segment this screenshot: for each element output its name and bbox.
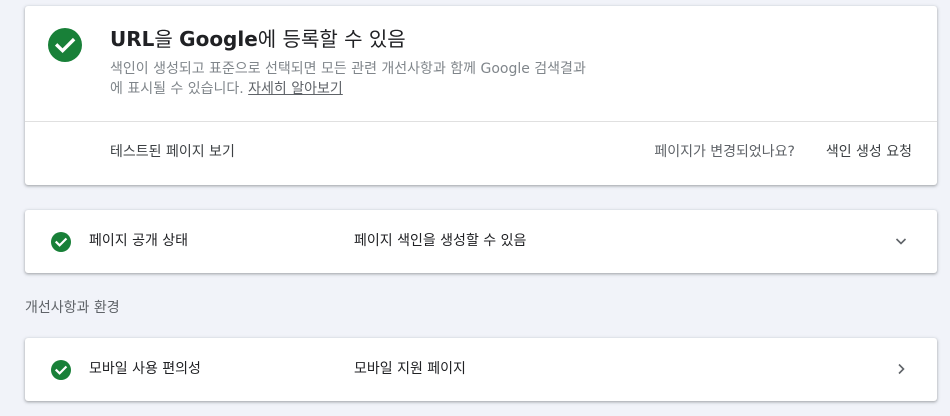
availability-value: 페이지 색인을 생성할 수 있음 [354,233,527,249]
availability-label: 페이지 공개 상태 [89,233,189,249]
chevron-down-icon[interactable] [893,233,909,249]
mobile-usability-value: 모바일 지원 페이지 [354,361,466,377]
mobile-usability-row[interactable]: 모바일 사용 편의성 모바일 지원 페이지 [25,338,937,401]
title-url: URL [110,27,155,51]
learn-more-link[interactable]: 자세히 알아보기 [248,81,343,97]
view-tested-page-button[interactable]: 테스트된 페이지 보기 [110,142,235,162]
status-description: 색인이 생성되고 표준으로 선택되면 모든 관련 개선사항과 함께 Google… [110,59,710,99]
title-rest: 에 등록할 수 있음 [257,27,406,51]
page-changed-question: 페이지가 변경되었나요? [654,144,795,160]
chevron-right-icon[interactable] [893,361,909,377]
request-indexing-button[interactable]: 색인 생성 요청 [826,142,912,162]
check-circle-icon [48,28,82,62]
url-status-card: URL을 Google에 등록할 수 있음 색인이 생성되고 표준으로 선택되면… [25,6,937,185]
description-line-2: 에 표시될 수 있습니다. [110,81,249,97]
check-circle-icon [51,232,71,252]
description-line-1: 색인이 생성되고 표준으로 선택되면 모든 관련 개선사항과 함께 Google… [110,61,586,77]
url-status-summary: URL을 Google에 등록할 수 있음 색인이 생성되고 표준으로 선택되면… [25,6,937,121]
page-title: URL을 Google에 등록할 수 있음 [110,26,406,52]
page-availability-row[interactable]: 페이지 공개 상태 페이지 색인을 생성할 수 있음 [25,210,937,273]
title-particle: 을 [154,27,180,51]
title-google: Google [179,27,258,51]
card-divider [25,121,937,122]
enhancements-section-heading: 개선사항과 환경 [25,300,120,316]
mobile-usability-label: 모바일 사용 편의성 [89,361,201,377]
check-circle-icon [51,360,71,380]
